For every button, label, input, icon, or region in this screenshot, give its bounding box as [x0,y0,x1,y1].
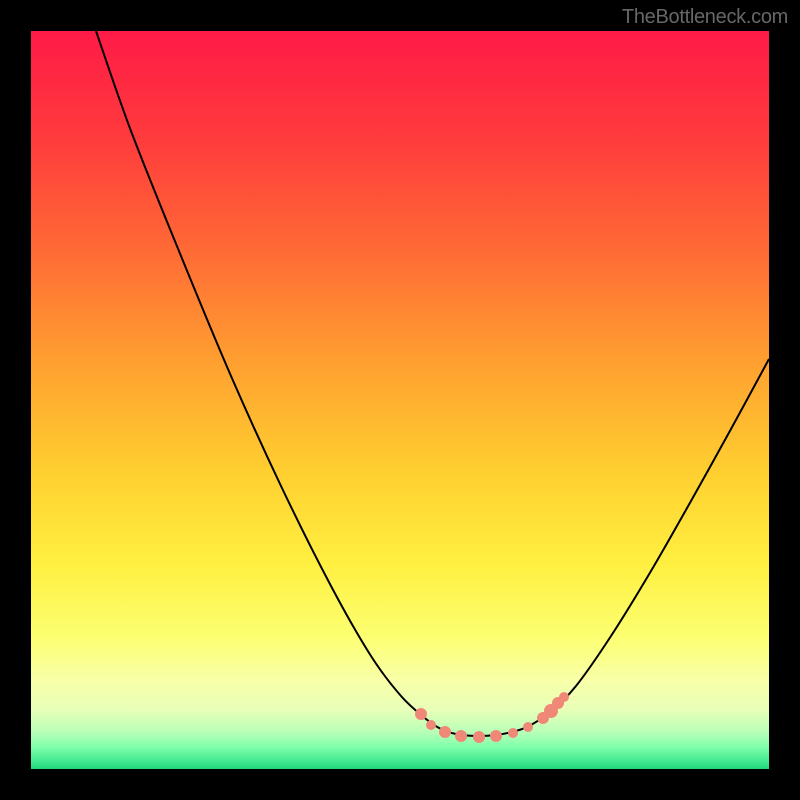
curve-marker [473,731,485,743]
curve-marker [523,722,533,732]
curve-marker [490,730,502,742]
watermark-text: TheBottleneck.com [622,6,788,29]
bottleneck-curve [31,31,769,769]
curve-marker [415,708,427,720]
curve-marker [559,692,569,702]
curve-marker [439,726,451,738]
curve-marker [426,720,436,730]
curve-marker [455,730,467,742]
curve-marker [508,728,518,738]
plot-area [31,31,769,769]
